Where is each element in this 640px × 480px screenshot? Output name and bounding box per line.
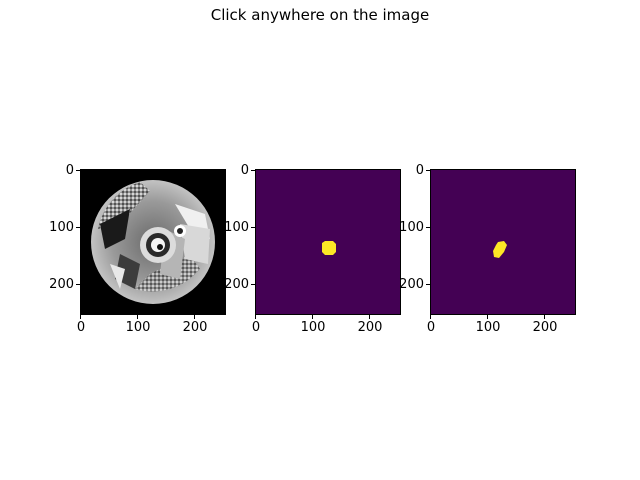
x-tick-label: 100 [475, 320, 501, 335]
mask-1-region [322, 241, 336, 255]
y-tick [426, 284, 430, 285]
x-tick-label: 100 [300, 320, 326, 335]
mri-image-graphic [91, 180, 215, 304]
y-tick-label: 100 [399, 220, 424, 235]
x-tick [137, 315, 138, 319]
x-tick-label: 100 [125, 320, 151, 335]
y-tick [76, 284, 80, 285]
y-tick-label: 0 [240, 163, 249, 178]
y-tick [76, 227, 80, 228]
y-tick [251, 284, 255, 285]
y-tick-label: 100 [49, 220, 74, 235]
x-tick [544, 315, 545, 319]
axes-mask-2[interactable]: 0 100 200 0 100 200 [399, 164, 576, 334]
x-tick [430, 315, 431, 319]
x-tick-label: 0 [76, 320, 86, 335]
y-tick-label: 200 [224, 277, 249, 292]
mask-image-1[interactable] [255, 169, 401, 315]
mask-2-graphic [493, 241, 507, 258]
y-tick [426, 170, 430, 171]
y-tick [426, 227, 430, 228]
mask-2-region [493, 241, 507, 258]
y-tick [76, 170, 80, 171]
x-tick-label: 0 [251, 320, 261, 335]
x-tick [255, 315, 256, 319]
y-tick [251, 227, 255, 228]
y-tick [251, 170, 255, 171]
y-tick-label: 0 [415, 163, 424, 178]
figure-title: Click anywhere on the image [210, 6, 430, 24]
axes-mri-image[interactable]: 0 100 200 0 100 200 [49, 164, 226, 334]
mask-1-graphic [322, 241, 336, 255]
x-tick [312, 315, 313, 319]
x-tick-label: 200 [182, 320, 208, 335]
x-tick-label: 200 [532, 320, 558, 335]
mask-image-2[interactable] [430, 169, 576, 315]
y-tick-label: 100 [224, 220, 249, 235]
x-tick [369, 315, 370, 319]
x-tick [194, 315, 195, 319]
x-tick [80, 315, 81, 319]
axes-mask-1[interactable]: 0 100 200 0 100 200 [224, 164, 401, 334]
y-tick-label: 200 [49, 277, 74, 292]
y-tick-label: 200 [399, 277, 424, 292]
y-tick-label: 0 [65, 163, 74, 178]
x-tick-label: 0 [426, 320, 436, 335]
x-tick-label: 200 [357, 320, 383, 335]
x-tick [487, 315, 488, 319]
mri-image[interactable] [80, 169, 226, 315]
